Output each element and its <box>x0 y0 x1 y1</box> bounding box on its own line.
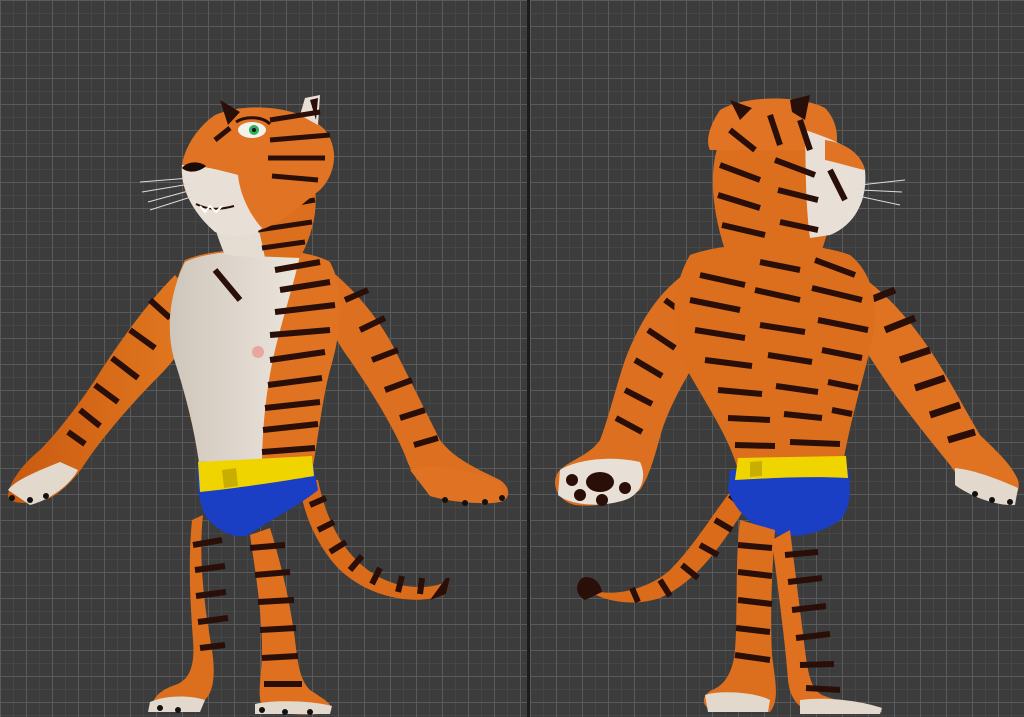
viewport-left[interactable] <box>0 0 527 717</box>
tiger-model-front[interactable] <box>0 0 527 717</box>
viewport-right[interactable] <box>530 0 1024 717</box>
modeling-app-window <box>0 0 1024 717</box>
tiger-model-back[interactable] <box>530 0 1024 717</box>
